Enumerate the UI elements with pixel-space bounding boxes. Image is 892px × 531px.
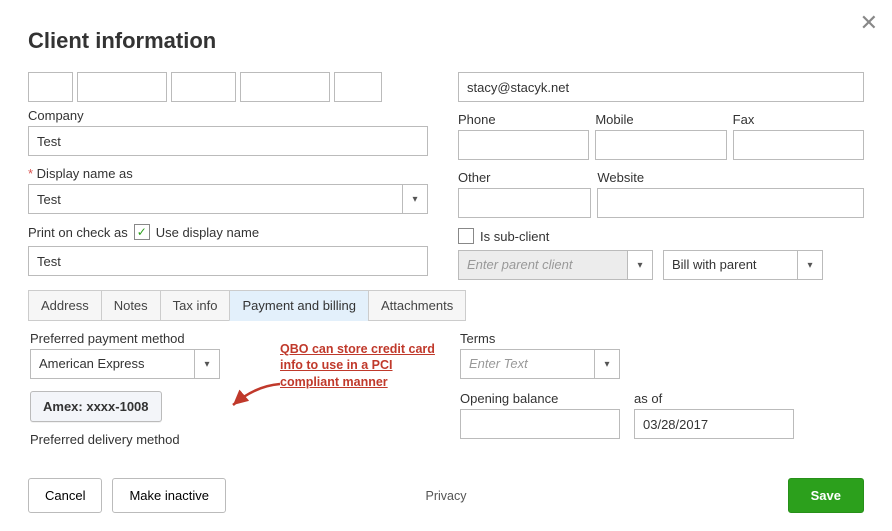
terms-placeholder: Enter Text — [460, 349, 594, 379]
bill-with-value: Bill with parent — [663, 250, 797, 280]
preferred-delivery-method-label: Preferred delivery method — [30, 432, 430, 447]
annotation-arrow-icon — [225, 381, 285, 411]
preferred-payment-method-value: American Express — [30, 349, 194, 379]
chevron-down-icon[interactable]: ▾ — [594, 349, 620, 379]
parent-client-select[interactable]: Enter parent client ▾ — [458, 250, 653, 280]
other-input[interactable] — [458, 188, 591, 218]
use-display-name-label: Use display name — [156, 225, 259, 240]
tab-payment-billing[interactable]: Payment and billing — [229, 290, 368, 321]
mobile-input[interactable] — [595, 130, 726, 160]
company-label: Company — [28, 108, 428, 123]
display-name-input[interactable] — [28, 184, 402, 214]
make-inactive-button[interactable]: Make inactive — [112, 478, 225, 513]
print-on-check-input — [28, 246, 428, 276]
display-name-select[interactable]: ▾ — [28, 184, 428, 214]
preferred-payment-method-select[interactable]: American Express ▾ — [30, 349, 220, 379]
sub-client-label: Is sub-client — [480, 229, 549, 244]
print-on-check-label: Print on check as — [28, 225, 128, 240]
other-label: Other — [458, 170, 591, 185]
display-name-label: Display name as — [28, 166, 428, 181]
middle-name-input[interactable] — [171, 72, 236, 102]
first-name-input[interactable] — [77, 72, 167, 102]
last-name-input[interactable] — [240, 72, 330, 102]
chevron-down-icon[interactable]: ▾ — [402, 184, 428, 214]
use-display-name-checkbox[interactable]: ✓ — [134, 224, 150, 240]
stored-card-button[interactable]: Amex: xxxx-1008 — [30, 391, 162, 422]
email-input[interactable] — [458, 72, 864, 102]
close-icon[interactable]: ✕ — [860, 10, 878, 36]
tab-tax-info[interactable]: Tax info — [160, 290, 231, 321]
company-input[interactable] — [28, 126, 428, 156]
terms-label: Terms — [460, 331, 862, 346]
website-input[interactable] — [597, 188, 864, 218]
tab-notes[interactable]: Notes — [101, 290, 161, 321]
dialog-title: Client information — [28, 28, 864, 54]
phone-input[interactable] — [458, 130, 589, 160]
bill-with-select[interactable]: Bill with parent ▾ — [663, 250, 823, 280]
annotation-text: QBO can store credit card info to use in… — [280, 341, 460, 390]
parent-client-placeholder: Enter parent client — [458, 250, 627, 280]
website-label: Website — [597, 170, 864, 185]
cancel-button[interactable]: Cancel — [28, 478, 102, 513]
fax-input[interactable] — [733, 130, 864, 160]
tabs-bar: Address Notes Tax info Payment and billi… — [28, 290, 864, 321]
opening-balance-label: Opening balance — [460, 391, 620, 406]
privacy-link[interactable]: Privacy — [426, 489, 467, 503]
tab-attachments[interactable]: Attachments — [368, 290, 466, 321]
as-of-label: as of — [634, 391, 794, 406]
mobile-label: Mobile — [595, 112, 726, 127]
tab-address[interactable]: Address — [28, 290, 102, 321]
name-parts-row — [28, 72, 428, 102]
chevron-down-icon[interactable]: ▾ — [797, 250, 823, 280]
sub-client-checkbox[interactable]: ✓ — [458, 228, 474, 244]
suffix-input[interactable] — [334, 72, 382, 102]
dialog-footer: Cancel Make inactive Privacy Save — [0, 478, 892, 513]
title-input[interactable] — [28, 72, 73, 102]
phone-label: Phone — [458, 112, 589, 127]
client-info-dialog: ✕ Client information Company Display nam… — [0, 0, 892, 450]
fax-label: Fax — [733, 112, 864, 127]
chevron-down-icon[interactable]: ▾ — [627, 250, 653, 280]
chevron-down-icon[interactable]: ▾ — [194, 349, 220, 379]
terms-select[interactable]: Enter Text ▾ — [460, 349, 620, 379]
save-button[interactable]: Save — [788, 478, 864, 513]
as-of-input[interactable] — [634, 409, 794, 439]
opening-balance-input[interactable] — [460, 409, 620, 439]
